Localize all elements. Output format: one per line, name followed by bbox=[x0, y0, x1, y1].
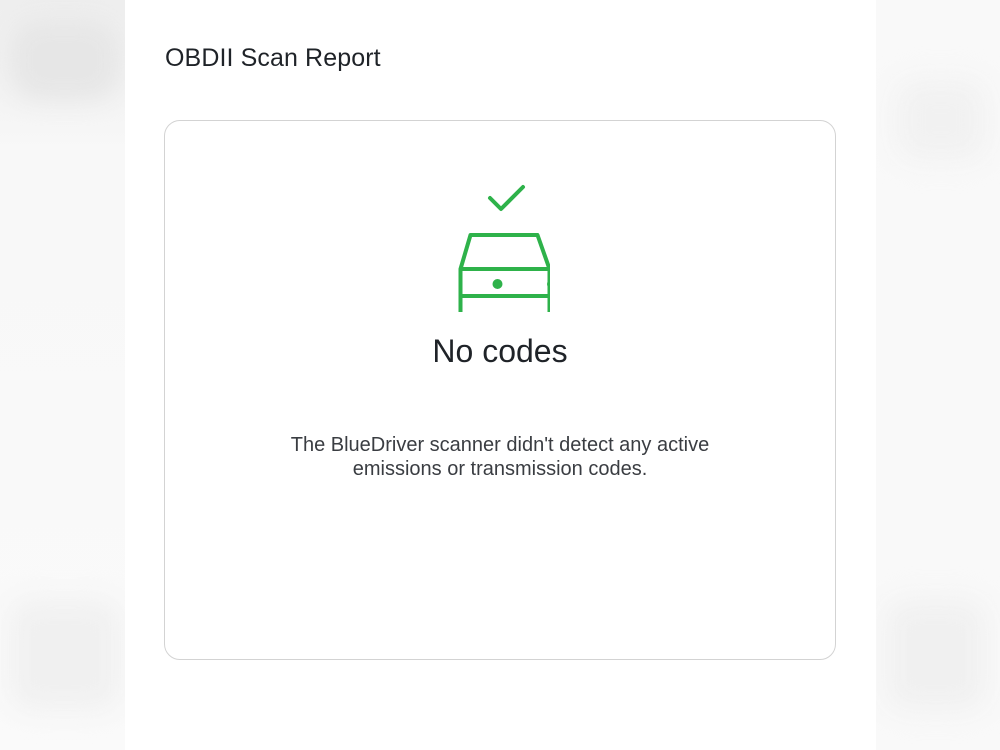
scan-result-card: No codes The BlueDriver scanner didn't d… bbox=[164, 120, 836, 660]
car-icon bbox=[458, 233, 550, 312]
status-description-line: The BlueDriver scanner didn't detect any… bbox=[290, 434, 710, 456]
headlight-left bbox=[492, 279, 503, 289]
status-description-line: emissions or transmission codes. bbox=[352, 458, 648, 480]
status-description: The BlueDriver scanner didn't detect any… bbox=[165, 433, 835, 481]
car-check-icon bbox=[458, 185, 550, 312]
report-panel: OBDII Scan Report No codes The BlueDrive… bbox=[125, 0, 876, 750]
status-title: No codes bbox=[432, 333, 568, 369]
blurred-content bbox=[896, 80, 986, 160]
background-left-blur bbox=[0, 0, 125, 750]
headlight-right bbox=[547, 279, 550, 289]
blurred-content bbox=[886, 600, 986, 710]
blurred-content bbox=[10, 600, 120, 710]
checkmark-icon bbox=[488, 185, 525, 211]
blurred-content bbox=[10, 20, 120, 100]
background-right-blur bbox=[876, 0, 1000, 750]
page-title: OBDII Scan Report bbox=[165, 44, 381, 72]
